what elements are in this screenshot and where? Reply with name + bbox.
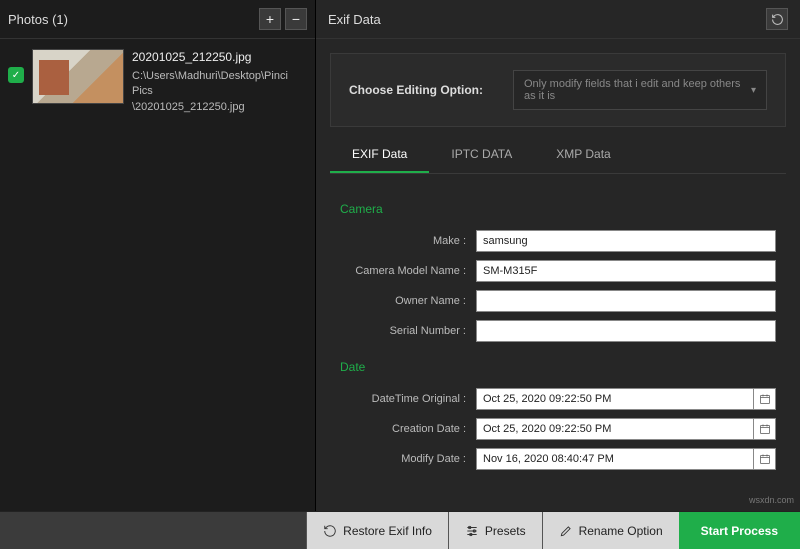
add-photo-button[interactable]: + <box>259 8 281 30</box>
photo-thumbnail <box>32 49 124 104</box>
calendar-icon <box>759 453 771 465</box>
chevron-down-icon: ▾ <box>751 85 756 96</box>
owner-input[interactable] <box>476 290 776 312</box>
sliders-icon <box>465 524 479 538</box>
make-label: Make : <box>340 235 476 247</box>
modify-date-label: Modify Date : <box>340 453 476 465</box>
pencil-icon <box>559 524 573 538</box>
owner-label: Owner Name : <box>340 295 476 307</box>
photo-meta: 20201025_212250.jpg C:\Users\Madhuri\Des… <box>132 49 307 115</box>
modify-date-input[interactable] <box>476 448 754 470</box>
start-label: Start Process <box>701 524 778 538</box>
tab-bar: EXIF Data IPTC DATA XMP Data <box>330 137 786 174</box>
serial-label: Serial Number : <box>340 325 476 337</box>
plus-icon: + <box>266 11 274 27</box>
checkbox-checked-icon[interactable]: ✓ <box>8 67 24 83</box>
rename-option-button[interactable]: Rename Option <box>542 512 679 549</box>
exif-panel: Exif Data Choose Editing Option: Only mo… <box>316 0 800 511</box>
minus-icon: − <box>292 11 300 27</box>
refresh-button[interactable] <box>766 8 788 30</box>
tab-xmp[interactable]: XMP Data <box>534 137 632 173</box>
refresh-icon <box>771 13 784 26</box>
section-camera-title: Camera <box>340 202 776 216</box>
editing-option-value: Only modify fields that i edit and keep … <box>524 78 751 102</box>
make-input[interactable] <box>476 230 776 252</box>
creation-date-input[interactable] <box>476 418 754 440</box>
creation-date-label: Creation Date : <box>340 423 476 435</box>
calendar-icon <box>759 423 771 435</box>
editing-option-label: Choose Editing Option: <box>349 83 483 97</box>
restore-icon <box>323 524 337 538</box>
exif-title: Exif Data <box>328 12 381 27</box>
section-date-title: Date <box>340 360 776 374</box>
start-process-button[interactable]: Start Process <box>679 512 800 549</box>
photos-title: Photos (1) <box>8 12 68 27</box>
calendar-icon <box>759 393 771 405</box>
photos-panel: Photos (1) + − ✓ 20201025_212250.jpg C:\… <box>0 0 316 511</box>
presets-button[interactable]: Presets <box>448 512 542 549</box>
photo-filename: 20201025_212250.jpg <box>132 49 307 66</box>
restore-label: Restore Exif Info <box>343 524 432 538</box>
creation-date-calendar-button[interactable] <box>754 418 776 440</box>
footer-toolbar: Restore Exif Info Presets Rename Option … <box>0 511 800 549</box>
photos-header: Photos (1) + − <box>0 0 315 39</box>
dt-original-label: DateTime Original : <box>340 393 476 405</box>
model-label: Camera Model Name : <box>340 265 476 277</box>
tab-exif[interactable]: EXIF Data <box>330 137 429 173</box>
photo-path-line2: \20201025_212250.jpg <box>132 100 307 115</box>
dt-original-calendar-button[interactable] <box>754 388 776 410</box>
modify-date-calendar-button[interactable] <box>754 448 776 470</box>
exif-header: Exif Data <box>316 0 800 39</box>
tab-iptc[interactable]: IPTC DATA <box>429 137 534 173</box>
watermark: wsxdn.com <box>749 495 794 505</box>
restore-exif-button[interactable]: Restore Exif Info <box>306 512 448 549</box>
model-input[interactable] <box>476 260 776 282</box>
editing-option-panel: Choose Editing Option: Only modify field… <box>330 53 786 127</box>
photo-path-line1: C:\Users\Madhuri\Desktop\Pinci Pics <box>132 69 307 100</box>
list-item[interactable]: ✓ 20201025_212250.jpg C:\Users\Madhuri\D… <box>0 39 315 125</box>
presets-label: Presets <box>485 524 526 538</box>
remove-photo-button[interactable]: − <box>285 8 307 30</box>
editing-option-dropdown[interactable]: Only modify fields that i edit and keep … <box>513 70 767 110</box>
dt-original-input[interactable] <box>476 388 754 410</box>
rename-label: Rename Option <box>579 524 663 538</box>
serial-input[interactable] <box>476 320 776 342</box>
form-area: Camera Make : Camera Model Name : Owner … <box>316 174 800 511</box>
